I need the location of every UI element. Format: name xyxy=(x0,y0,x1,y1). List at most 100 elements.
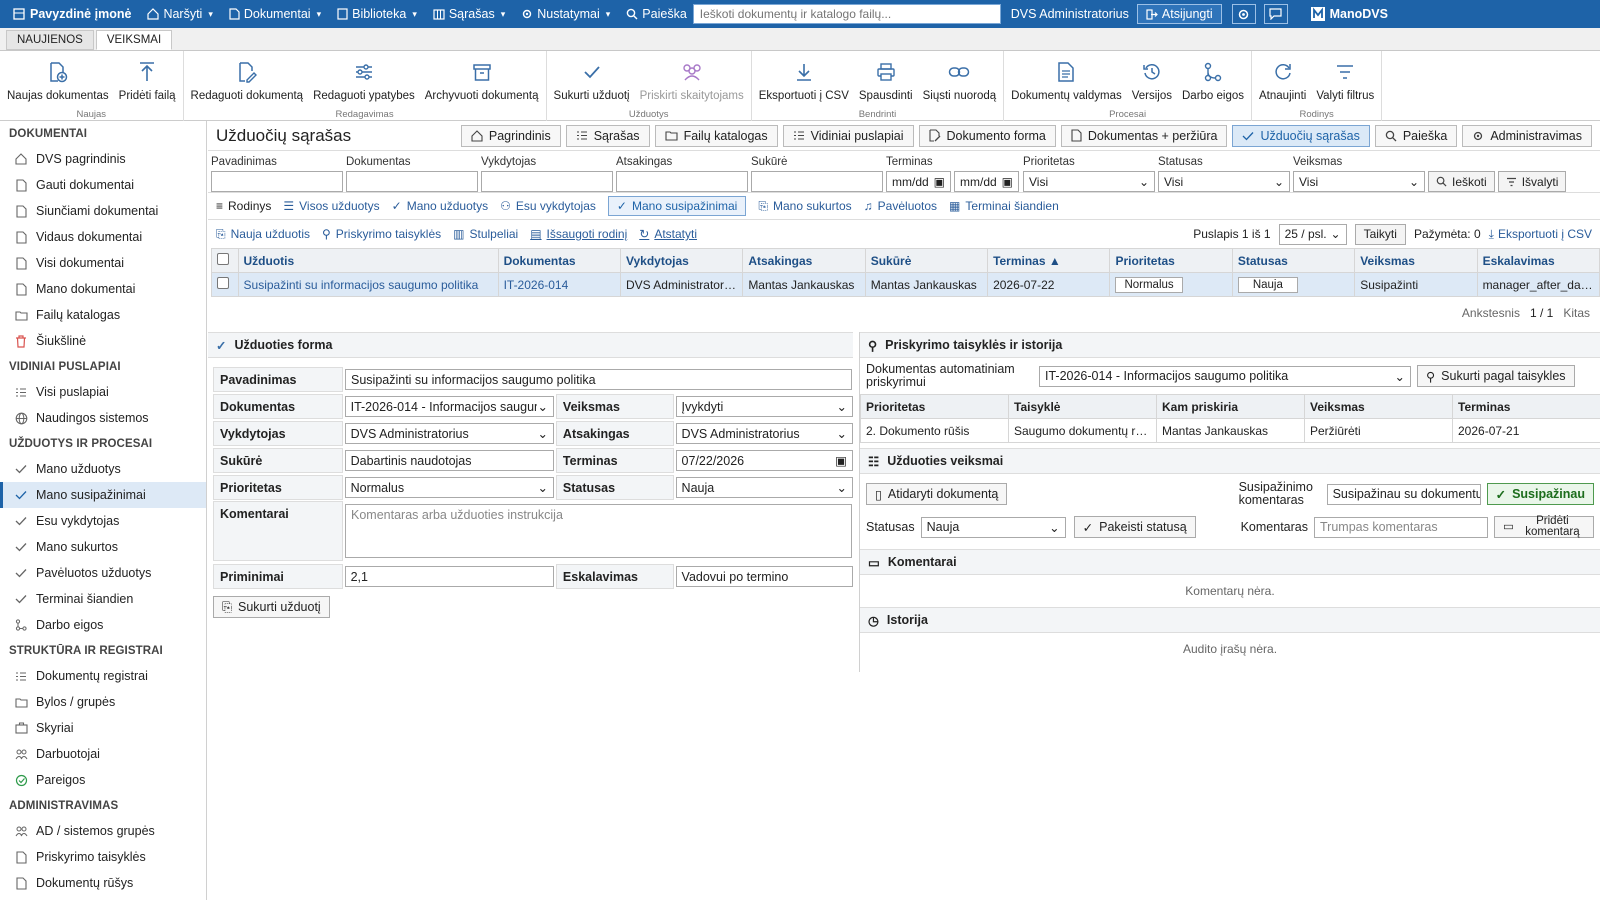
sidebar-item-ad-groups[interactable]: AD / sistemos grupės xyxy=(0,818,206,844)
assignment-rules-link[interactable]: ⚲ Priskyrimo taisyklės xyxy=(322,227,441,241)
nav-list-button[interactable]: Sąrašas xyxy=(565,124,650,147)
tab-news[interactable]: NAUJIENOS xyxy=(6,30,94,50)
action-status-select[interactable]: Nauja ⌄ xyxy=(920,516,1066,538)
ack-comment-input[interactable]: Susipažinau su dokumentu ir xyxy=(1326,483,1481,505)
creator-field[interactable]: Dabartinis naudotojas xyxy=(344,450,554,471)
filter-name-input[interactable] xyxy=(211,171,343,192)
escalation-field[interactable]: Vadovui po termino xyxy=(675,566,853,587)
nav-task-list-button[interactable]: Užduočių sąrašas xyxy=(1232,124,1370,147)
select-all-checkbox[interactable] xyxy=(217,253,229,265)
filter-action-select[interactable]: Visi ⌄ xyxy=(1293,171,1425,192)
reset-link[interactable]: ↻ Atstatyti xyxy=(639,227,697,241)
filter-creator-input[interactable] xyxy=(751,171,883,192)
add-comment-button[interactable]: ▭ Pridėti komentarą xyxy=(1494,515,1594,538)
column-header-deadline[interactable]: Terminas ▲ xyxy=(987,248,1111,273)
sidebar-item-registers[interactable]: Dokumentų registrai xyxy=(0,663,206,689)
sidebar-item-i-am-executor[interactable]: Esu vykdytojas xyxy=(0,508,206,534)
view-my-tasks[interactable]: ✓ Mano užduotys xyxy=(392,199,488,213)
column-header-task[interactable]: Užduotis xyxy=(237,248,499,273)
sidebar-item-file-catalog[interactable]: Failų katalogas xyxy=(0,302,206,328)
document-link[interactable]: IT-2026-014 xyxy=(497,272,621,297)
sidebar-item-overdue-tasks[interactable]: Pavėluotos užduotys xyxy=(0,560,206,586)
deadline-field[interactable]: 07/22/2026 ▣ xyxy=(675,450,853,471)
priority-select[interactable]: Normalus ⌄ xyxy=(344,477,554,498)
clear-button[interactable]: Išvalyti xyxy=(1497,171,1567,192)
save-view-link[interactable]: ▤ Išsaugoti rodinį xyxy=(530,227,627,241)
view-my-acknowledgements[interactable]: ✓ Mano susipažinimai xyxy=(607,196,747,216)
column-header-executor[interactable]: Vykdytojas xyxy=(619,248,744,273)
column-header-document[interactable]: Dokumentas xyxy=(497,248,621,273)
tab-actions[interactable]: VEIKSMAI xyxy=(95,30,173,50)
change-status-button[interactable]: ✓ Pakeisti statusą xyxy=(1073,516,1196,538)
apply-button[interactable]: Taikyti xyxy=(1354,223,1406,245)
sidebar-item-employees[interactable]: Darbuotojai xyxy=(0,741,206,767)
sidebar-item-my-acknowledgements[interactable]: Mano susipažinimai xyxy=(0,482,206,508)
sidebar-item-my-created[interactable]: Mano sukurtos xyxy=(0,534,206,560)
search-button[interactable]: Ieškoti xyxy=(1428,171,1495,192)
view-deadlines-today[interactable]: ▦ Terminai šiandien xyxy=(949,199,1059,213)
column-header-status[interactable]: Statusas xyxy=(1231,248,1356,273)
sidebar-item-internal[interactable]: Vidaus dokumentai xyxy=(0,224,206,250)
settings-button[interactable] xyxy=(1231,4,1256,24)
view-my-created[interactable]: ⎘ Mano sukurtos xyxy=(758,199,851,214)
view-i-am-executor[interactable]: ⚇ Esu vykdytojas xyxy=(500,199,596,213)
sidebar-item-workflows[interactable]: Darbo eigos xyxy=(0,612,206,638)
open-document-button[interactable]: ▯ Atidaryti dokumentą xyxy=(866,483,1008,505)
new-task-link[interactable]: ⎘ Nauja užduotis xyxy=(216,227,310,242)
deadline-from-input[interactable]: mm/dd ▣ xyxy=(886,171,951,192)
reminders-field[interactable]: 2,1 xyxy=(344,566,554,587)
column-header-priority[interactable]: Prioritetas xyxy=(1109,248,1233,273)
document-select[interactable]: IT-2026-014 - Informacijos saugumo ⌄ xyxy=(344,396,554,417)
search-input[interactable] xyxy=(692,4,1001,24)
sidebar-item-my-tasks[interactable]: Mano užduotys xyxy=(0,456,206,482)
export-csv-link[interactable]: ⤓ Eksportuoti į CSV xyxy=(1489,227,1592,242)
filter-status-select[interactable]: Visi ⌄ xyxy=(1158,171,1290,192)
filter-priority-select[interactable]: Visi ⌄ xyxy=(1023,171,1155,192)
comments-textarea[interactable]: Komentaras arba užduoties instrukcija xyxy=(345,504,852,558)
nav-search-button[interactable]: Paieška xyxy=(1374,124,1458,147)
name-field[interactable]: Susipažinti su informacijos saugumo poli… xyxy=(345,369,852,390)
menu-library[interactable]: Biblioteka ▾ xyxy=(329,0,425,28)
sidebar-item-all-documents[interactable]: Visi dokumentai xyxy=(0,250,206,276)
sidebar-item-departments[interactable]: Skyriai xyxy=(0,715,206,741)
nav-document-form-button[interactable]: Dokumento forma xyxy=(918,124,1056,147)
filter-responsible-input[interactable] xyxy=(616,171,748,192)
nav-admin-button[interactable]: Administravimas xyxy=(1462,124,1592,147)
column-header-action[interactable]: Veiksmas xyxy=(1354,248,1478,273)
nav-document-preview-button[interactable]: Dokumentas + peržiūra xyxy=(1060,124,1228,147)
next-page-link[interactable]: Kitas xyxy=(1563,306,1590,320)
menu-browse[interactable]: Naršyti ▾ xyxy=(139,0,220,28)
status-select[interactable]: Nauja ⌄ xyxy=(675,477,853,498)
filter-document-input[interactable] xyxy=(346,171,478,192)
filter-executor-input[interactable] xyxy=(481,171,613,192)
sidebar-item-trash[interactable]: Šiukšlinė xyxy=(0,328,206,354)
sidebar-item-my-documents[interactable]: Mano dokumentai xyxy=(0,276,206,302)
sidebar-item-positions[interactable]: Pareigos xyxy=(0,767,206,793)
comment-input[interactable]: Trumpas komentaras xyxy=(1314,516,1488,538)
view-overdue[interactable]: ♫ Pavėluotos xyxy=(864,199,937,213)
rules-document-select[interactable]: IT-2026-014 - Informacijos saugumo polit… xyxy=(1039,365,1411,387)
nav-internal-pages-button[interactable]: Vidiniai puslapiai xyxy=(782,124,914,147)
executor-select[interactable]: DVS Administratorius ⌄ xyxy=(344,423,554,444)
sidebar-item-sent[interactable]: Siunčiami dokumentai xyxy=(0,198,206,224)
column-header-creator[interactable]: Sukūrė xyxy=(864,248,989,273)
responsible-select[interactable]: DVS Administratorius ⌄ xyxy=(675,423,853,444)
column-header-responsible[interactable]: Atsakingas xyxy=(742,248,866,273)
product-logo[interactable]: ManoDVS xyxy=(1310,6,1388,22)
brand[interactable]: Pavyzdinė įmonė xyxy=(0,0,139,28)
create-by-rules-button[interactable]: ⚲ Sukurti pagal taisykles xyxy=(1417,365,1575,387)
table-row[interactable]: Susipažinti su informacijos saugumo poli… xyxy=(211,272,1600,297)
menu-list[interactable]: Sąrašas ▾ xyxy=(425,0,513,28)
create-task-button[interactable]: ⎘ Sukurti užduotį xyxy=(213,596,330,618)
menu-documents[interactable]: Dokumentai ▾ xyxy=(221,0,329,28)
sidebar-item-all-pages[interactable]: Visi puslapiai xyxy=(0,379,206,405)
chat-button[interactable] xyxy=(1263,4,1288,24)
acknowledge-button[interactable]: ✓ Susipažinau xyxy=(1486,483,1594,505)
sidebar-item-received[interactable]: Gauti dokumentai xyxy=(0,172,206,198)
nav-file-catalog-button[interactable]: Failų katalogas xyxy=(654,124,778,147)
page-size-select[interactable]: 25 / psl. ⌄ xyxy=(1278,223,1347,245)
column-header-escalation[interactable]: Eskalavimas xyxy=(1476,248,1600,273)
sidebar-item-assignment-rules[interactable]: Priskyrimo taisyklės xyxy=(0,844,206,870)
columns-link[interactable]: ▥ Stulpeliai xyxy=(453,227,518,241)
prev-page-link[interactable]: Ankstesnis xyxy=(1462,306,1520,320)
